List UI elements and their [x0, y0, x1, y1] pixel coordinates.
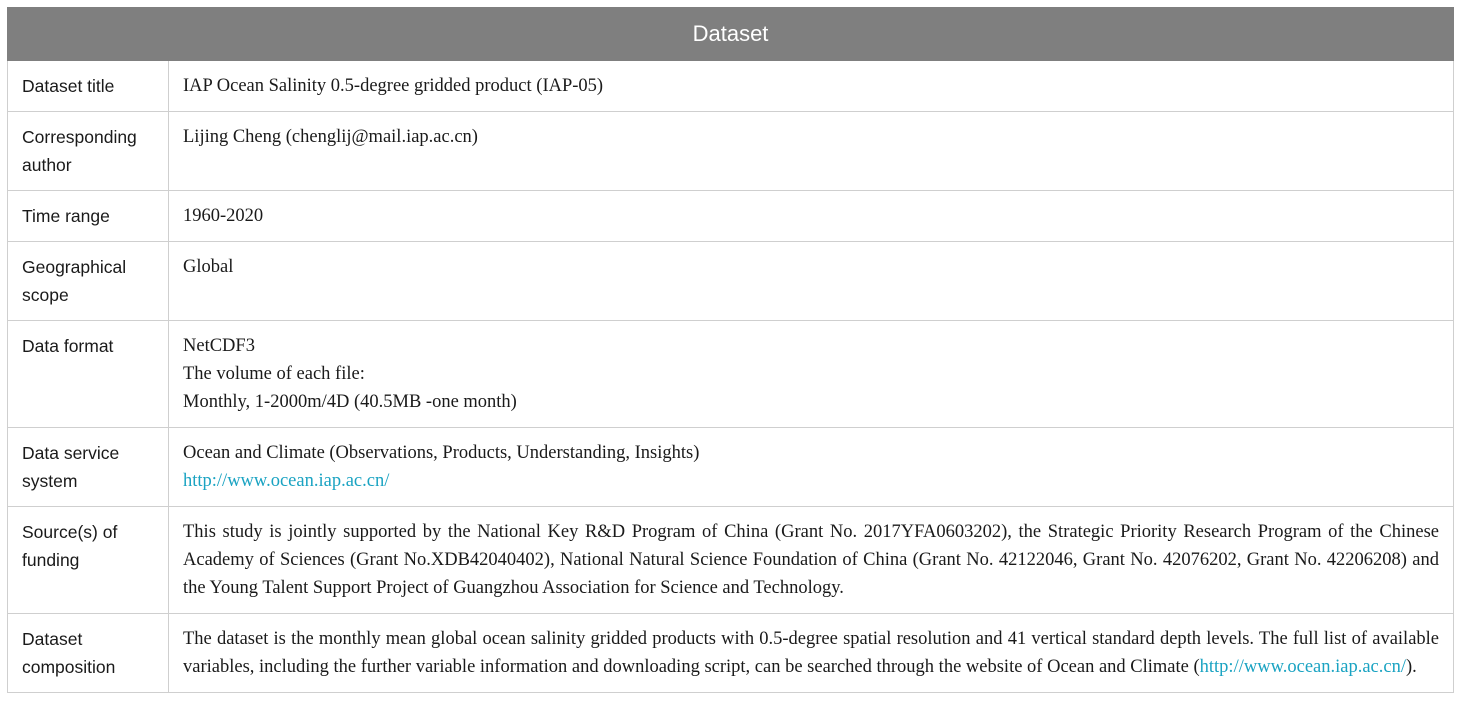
- table-row: Data format NetCDF3 The volume of each f…: [7, 320, 1455, 428]
- data-format-line: NetCDF3: [183, 336, 255, 356]
- table-row: Time range 1960-2020: [7, 190, 1455, 242]
- table-row: Source(s) of funding This study is joint…: [7, 506, 1455, 614]
- row-value-corresponding-author: Lijing Cheng (chenglij@mail.iap.ac.cn): [167, 111, 1455, 191]
- data-format-line: The volume of each file:: [183, 364, 365, 384]
- table-row: Corresponding author Lijing Cheng (cheng…: [7, 111, 1455, 191]
- table-row: Dataset title IAP Ocean Salinity 0.5-deg…: [7, 60, 1455, 112]
- row-label-corresponding-author: Corresponding author: [7, 111, 169, 191]
- row-value-data-format: NetCDF3 The volume of each file: Monthly…: [167, 320, 1455, 428]
- table-row: Dataset composition The dataset is the m…: [7, 613, 1455, 693]
- row-label-geographical-scope: Geographical scope: [7, 241, 169, 321]
- row-label-data-format: Data format: [7, 320, 169, 428]
- row-value-sources-of-funding: This study is jointly supported by the N…: [167, 506, 1455, 614]
- row-value-dataset-composition: The dataset is the monthly mean global o…: [167, 613, 1455, 693]
- row-value-dataset-title: IAP Ocean Salinity 0.5-degree gridded pr…: [167, 60, 1455, 112]
- row-value-geographical-scope: Global: [167, 241, 1455, 321]
- row-label-dataset-composition: Dataset composition: [7, 613, 169, 693]
- row-value-data-service-system: Ocean and Climate (Observations, Product…: [167, 427, 1455, 507]
- data-service-link[interactable]: http://www.ocean.iap.ac.cn/: [183, 467, 1439, 495]
- table-header-row: Dataset: [6, 7, 1455, 61]
- table-header: Dataset: [6, 7, 1455, 61]
- data-service-description: Ocean and Climate (Observations, Product…: [183, 443, 700, 463]
- table-row: Data service system Ocean and Climate (O…: [7, 427, 1455, 507]
- row-label-sources-of-funding: Source(s) of funding: [7, 506, 169, 614]
- dataset-table-container: Dataset Dataset title IAP Ocean Salinity…: [6, 7, 1455, 693]
- composition-text-after: ).: [1406, 657, 1417, 677]
- row-label-time-range: Time range: [7, 190, 169, 242]
- row-label-dataset-title: Dataset title: [7, 60, 169, 112]
- dataset-table: Dataset Dataset title IAP Ocean Salinity…: [6, 7, 1455, 693]
- composition-link[interactable]: http://www.ocean.iap.ac.cn/: [1200, 657, 1406, 677]
- row-label-data-service-system: Data service system: [7, 427, 169, 507]
- data-format-line: Monthly, 1-2000m/4D (40.5MB -one month): [183, 392, 517, 412]
- table-row: Geographical scope Global: [7, 241, 1455, 321]
- row-value-time-range: 1960-2020: [167, 190, 1455, 242]
